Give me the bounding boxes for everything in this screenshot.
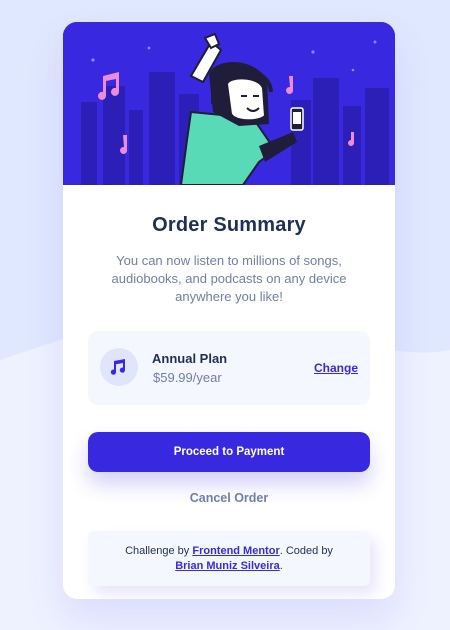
attribution-suffix: .	[279, 560, 283, 572]
music-note-icon	[100, 348, 138, 386]
plan-price: $59.99/year	[153, 370, 222, 385]
attribution-prefix: Challenge by	[125, 545, 193, 557]
change-plan-link[interactable]: Change	[314, 361, 358, 375]
cancel-order-button[interactable]: Cancel Order	[88, 488, 370, 508]
author-link[interactable]: Brian Muniz Silveira	[175, 560, 280, 572]
frontend-mentor-link[interactable]: Frontend Mentor	[192, 545, 279, 557]
order-summary-card: Order Summary You can now listen to mill…	[63, 22, 395, 599]
order-summary-title: Order Summary	[152, 214, 306, 236]
proceed-to-payment-button[interactable]: Proceed to Payment	[88, 432, 370, 472]
order-description: You can now listen to millions of songs,…	[111, 253, 347, 304]
attribution-footer: Challenge by Frontend Mentor. Coded by B…	[88, 531, 370, 586]
plan-summary: Annual Plan $59.99/year Change	[88, 331, 370, 405]
hero-illustration	[63, 22, 395, 185]
plan-name: Annual Plan	[152, 351, 228, 366]
attribution-middle: . Coded by	[279, 545, 333, 557]
